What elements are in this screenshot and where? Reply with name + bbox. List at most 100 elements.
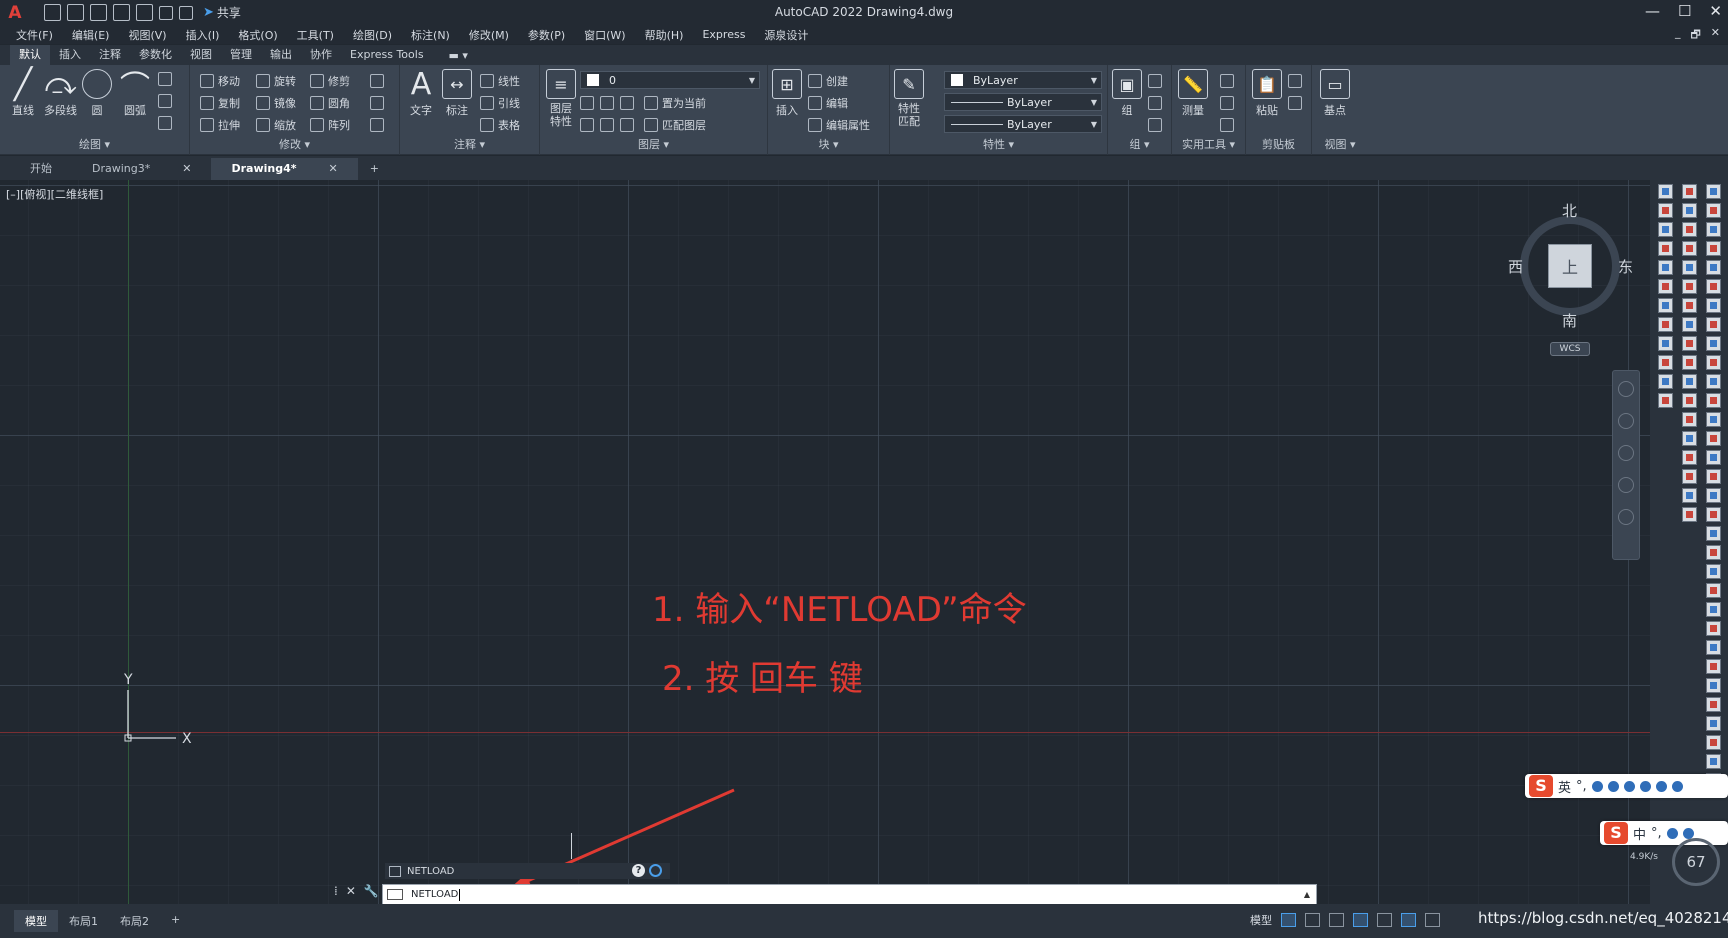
table-button[interactable]: 表格 <box>480 115 520 135</box>
circle-button[interactable]: 圆 <box>82 69 112 118</box>
toolbar-tool-icon[interactable] <box>1706 222 1721 237</box>
toolbar-tool-icon[interactable] <box>1706 488 1721 503</box>
skin-icon[interactable] <box>1655 780 1667 792</box>
match-properties-button[interactable]: ✎ 特性 匹配 <box>894 69 924 128</box>
toolbar-tool-icon[interactable] <box>1706 659 1721 674</box>
app-menu-button[interactable]: A <box>0 0 30 25</box>
recent-commands-icon[interactable] <box>387 889 403 900</box>
layer-tool-5[interactable] <box>600 115 614 135</box>
color-dropdown[interactable]: ByLayer ▼ <box>944 71 1102 89</box>
grid-icon[interactable] <box>1281 913 1296 927</box>
array-button[interactable]: 阵列 <box>310 115 350 135</box>
toolbar-tool-icon[interactable] <box>1682 184 1697 199</box>
fillet-button[interactable]: 圆角 <box>310 93 350 113</box>
layer-properties-button[interactable]: ≡ 图层 特性 <box>546 69 576 128</box>
steering-wheel-icon[interactable] <box>1618 381 1634 397</box>
group-select-button[interactable] <box>1148 115 1162 135</box>
toolbar-tool-icon[interactable] <box>1706 621 1721 636</box>
sogou-logo[interactable]: S <box>1604 822 1628 844</box>
tab-collaborate[interactable]: 协作 <box>301 45 341 65</box>
erase-button[interactable] <box>370 71 384 91</box>
menu-modify[interactable]: 修改(M) <box>469 27 509 43</box>
compass-south[interactable]: 南 <box>1562 310 1577 331</box>
leader-button[interactable]: 引线 <box>480 93 520 113</box>
toolbar-tool-icon[interactable] <box>1706 602 1721 617</box>
toolbar-tool-icon[interactable] <box>1706 450 1721 465</box>
boundary-button[interactable] <box>158 113 172 133</box>
toolbar-tool-icon[interactable] <box>1706 393 1721 408</box>
panel-view-title[interactable]: 视图 ▾ <box>1312 136 1368 152</box>
close-icon[interactable]: ✕ <box>329 158 338 180</box>
open-icon[interactable] <box>67 4 84 21</box>
toolbar-tool-icon[interactable] <box>1706 545 1721 560</box>
make-current-button[interactable]: 置为当前 <box>644 93 706 113</box>
ime-punctuation-toggle[interactable]: °, <box>1651 826 1662 841</box>
toolbar-tool-icon[interactable] <box>1682 260 1697 275</box>
snap-icon[interactable] <box>1305 913 1320 927</box>
drawing-area[interactable]: [–][俯视][二维线框] Y X 上 北 南 西 东 WCS <box>0 180 1650 904</box>
model-space-button[interactable]: 模型 <box>1250 912 1272 928</box>
layer-tool-4[interactable] <box>580 115 594 135</box>
maximize-button[interactable]: ☐ <box>1678 2 1691 20</box>
toolbar-tool-icon[interactable] <box>1706 526 1721 541</box>
tab-drawing4[interactable]: Drawing4* ✕ <box>211 158 358 180</box>
microphone-icon[interactable] <box>1607 780 1619 792</box>
toolbar-tool-icon[interactable] <box>1706 678 1721 693</box>
menu-window[interactable]: 窗口(W) <box>584 27 625 43</box>
utility-tool-2[interactable] <box>1220 93 1234 113</box>
viewcube[interactable]: 上 北 南 西 东 WCS <box>1508 200 1633 356</box>
panel-properties-title[interactable]: 特性 ▾ <box>890 136 1107 152</box>
toolbar-tool-icon[interactable] <box>1706 374 1721 389</box>
toolbar-tool-icon[interactable] <box>1706 184 1721 199</box>
arc-button[interactable]: ⌒ 圆弧 <box>120 69 150 118</box>
panel-utilities-title[interactable]: 实用工具 ▾ <box>1172 136 1245 152</box>
rotate-button[interactable]: 旋转 <box>256 71 296 91</box>
lineweight-dropdown[interactable]: ByLayer ▼ <box>944 115 1102 133</box>
toolbox-icon[interactable] <box>1671 780 1683 792</box>
menu-file[interactable]: 文件(F) <box>16 27 53 43</box>
tab-manage[interactable]: 管理 <box>221 45 261 65</box>
ime-language-toggle[interactable]: 英 <box>1558 777 1571 796</box>
toolbar-tool-icon[interactable] <box>1706 260 1721 275</box>
toolbar-tool-icon[interactable] <box>1682 488 1697 503</box>
ortho-icon[interactable] <box>1329 913 1344 927</box>
toolbar-tool-icon[interactable] <box>1706 754 1721 769</box>
drag-handle-icon[interactable]: ⁞ <box>334 884 338 898</box>
panel-block-title[interactable]: 块 ▾ <box>768 136 889 152</box>
toolbar-tool-icon[interactable] <box>1706 564 1721 579</box>
tab-view[interactable]: 视图 <box>181 45 221 65</box>
trim-button[interactable]: 修剪 <box>310 71 350 91</box>
compass-north[interactable]: 北 <box>1562 200 1577 221</box>
command-input[interactable]: NETLOAD ▲ <box>382 884 1317 905</box>
toolbar-tool-icon[interactable] <box>1706 298 1721 313</box>
toolbar-tool-icon[interactable] <box>1658 393 1673 408</box>
user-icon[interactable] <box>1639 780 1651 792</box>
menu-edit[interactable]: 编辑(E) <box>72 27 110 43</box>
showmotion-icon[interactable] <box>1618 509 1634 525</box>
layout-tab-layout2[interactable]: 布局2 <box>109 910 160 932</box>
toolbar-tool-icon[interactable] <box>1706 355 1721 370</box>
toolbar-tool-icon[interactable] <box>1682 507 1697 522</box>
layer-tool-2[interactable] <box>600 93 614 113</box>
layout-tab-layout1[interactable]: 布局1 <box>58 910 109 932</box>
toolbar-tool-icon[interactable] <box>1706 469 1721 484</box>
toolbar-tool-icon[interactable] <box>1682 203 1697 218</box>
emoji-icon[interactable] <box>1666 827 1678 839</box>
panel-modify-title[interactable]: 修改 ▾ <box>190 136 399 152</box>
toolbar-tool-icon[interactable] <box>1658 260 1673 275</box>
toolbar-tool-icon[interactable] <box>1706 241 1721 256</box>
zoom-icon[interactable] <box>1618 445 1634 461</box>
help-icon[interactable]: ? <box>632 864 645 877</box>
toolbar-tool-icon[interactable] <box>1682 355 1697 370</box>
new-icon[interactable] <box>44 4 61 21</box>
move-button[interactable]: 移动 <box>200 71 240 91</box>
toolbar-tool-icon[interactable] <box>1706 583 1721 598</box>
tab-default[interactable]: 默认 <box>10 45 50 65</box>
toolbar-tool-icon[interactable] <box>1682 241 1697 256</box>
menu-help[interactable]: 帮助(H) <box>645 27 684 43</box>
measure-button[interactable]: 📏 测量 <box>1178 69 1208 118</box>
create-block-button[interactable]: 创建 <box>808 71 848 91</box>
group-edit-button[interactable] <box>1148 93 1162 113</box>
customize-wrench-icon[interactable]: 🔧 <box>364 884 379 898</box>
utility-tool-1[interactable] <box>1220 71 1234 91</box>
